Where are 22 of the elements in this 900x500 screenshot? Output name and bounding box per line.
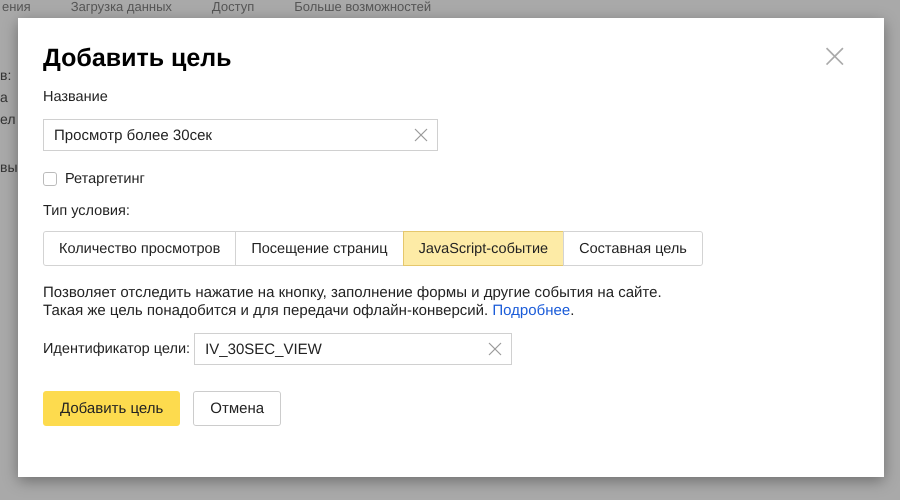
input-field[interactable]: Просмотр более 30сек: [43, 119, 438, 151]
page-text: вы: [0, 158, 18, 177]
input-field[interactable]: IV_30SEC_VIEW: [194, 333, 512, 365]
condition-tab[interactable]: JavaScript-событие: [402, 231, 564, 266]
field-label: Тип условия:: [43, 203, 131, 219]
page-text: в:: [0, 66, 12, 85]
clear-icon[interactable]: [414, 128, 428, 142]
dialog-title: Добавить цель: [43, 44, 232, 73]
clear-icon[interactable]: [488, 342, 502, 356]
page-text: ел: [0, 110, 16, 129]
add-button[interactable]: Добавить цель: [43, 391, 180, 426]
checkbox-label[interactable]: Ретаргетинг: [65, 171, 145, 187]
condition-tab[interactable]: Составная цель: [563, 231, 703, 266]
checkbox[interactable]: [43, 172, 57, 186]
page-text: а: [0, 88, 8, 107]
condition-tab[interactable]: Количество просмотров: [43, 231, 236, 266]
cancel-button[interactable]: Отмена: [193, 391, 282, 426]
condition-tab[interactable]: Посещение страниц: [235, 231, 404, 266]
field-label: Идентификатор цели:: [43, 341, 190, 357]
field-label: Название: [43, 89, 109, 105]
more-link[interactable]: Подробнее: [492, 302, 570, 319]
description-text: Позволяет отследить нажатие на кнопку, заполнение формы и другие события на сайте. Такая же цель понадобится и для передачи офлайн-конверсий. Подробнее.: [43, 284, 663, 320]
